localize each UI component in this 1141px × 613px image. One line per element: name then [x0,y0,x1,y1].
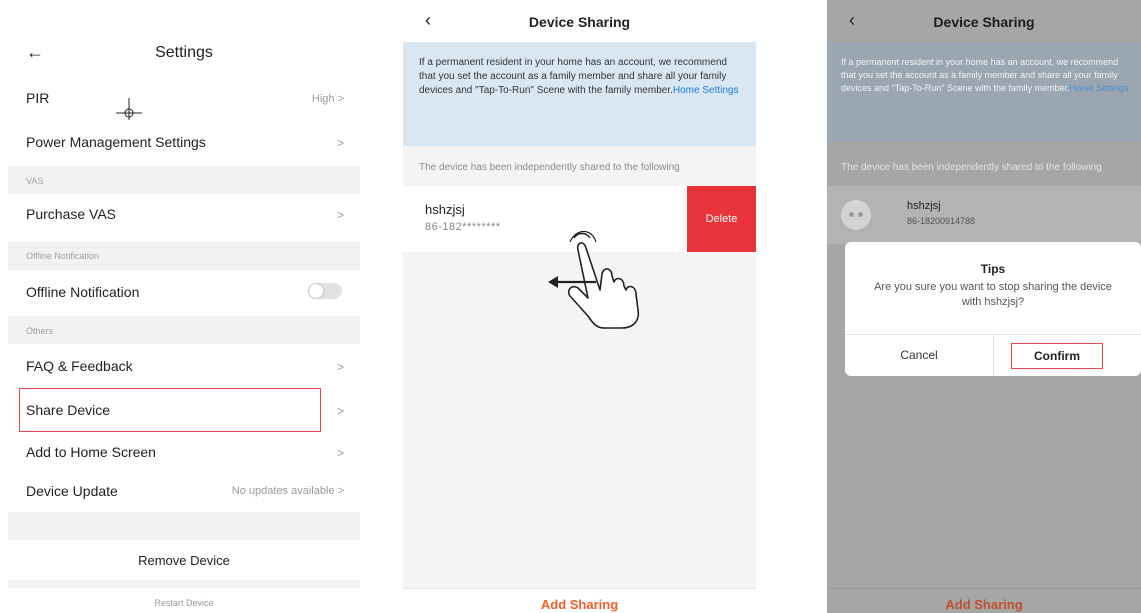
settings-row-add-home-screen[interactable]: Add to Home Screen > [8,432,360,472]
power-management-label: Power Management Settings [26,134,206,150]
toggle-knob [309,284,323,298]
shared-to-label: The device has been independently shared… [419,162,680,173]
user-name: hshzjsj [907,200,941,212]
user-phone: 86-18200914788 [907,216,976,226]
shared-user-row[interactable]: hshzjsj 86-18200914788 [827,186,1141,244]
page-title: Settings [155,44,213,61]
section-spacer [8,580,360,588]
chevron-right-icon: > [336,360,344,374]
delete-button[interactable]: Delete [687,186,756,252]
dialog-message: Are you sure you want to stop sharing th… [874,281,1112,308]
avatar-eye [858,212,863,217]
avatar [841,200,871,230]
settings-row-faq[interactable]: FAQ & Feedback > [8,346,360,386]
page-title: Device Sharing [528,14,631,30]
dialog-divider [993,334,994,376]
section-label: Others [26,326,54,336]
shared-to-label: The device has been independently shared… [841,162,1102,173]
section-label: VAS [26,176,44,186]
home-settings-link[interactable]: Home Settings [1070,83,1129,93]
dialog-title: Tips [980,262,1006,276]
sharing-header: ‹ Device Sharing [827,0,1141,42]
page-title: Device Sharing [933,14,1035,30]
restart-device-button[interactable]: Restart Device [8,588,360,613]
family-info-banner: If a permanent resident in your home has… [827,42,1141,142]
faq-label: FAQ & Feedback [26,358,133,374]
add-sharing-button[interactable]: Add Sharing [827,588,1141,613]
confirm-highlight-box: Confirm [1011,343,1103,369]
pir-label: PIR [26,90,50,106]
section-label: Offline Notification [26,251,99,261]
info-text: If a permanent resident in your home has… [841,56,1133,95]
chevron-right-icon: > [336,136,344,150]
sharing-header: ‹ Device Sharing [403,0,756,42]
chevron-right-icon: > [336,446,344,460]
share-device-highlight-box [19,388,321,432]
remove-device-label: Remove Device [138,553,230,568]
add-sharing-button[interactable]: Add Sharing [403,588,756,613]
avatar-eye [849,212,854,217]
confirm-stop-sharing-screen: ‹ Device Sharing If a permanent resident… [827,0,1141,613]
family-info-banner: If a permanent resident in your home has… [403,42,756,146]
restart-device-label: Restart Device [154,598,214,608]
settings-row-pir[interactable]: PIR High > [8,80,360,120]
cancel-button[interactable]: Cancel [845,348,993,362]
device-update-value: No updates available > [231,485,344,497]
section-spacer [8,512,360,540]
device-update-label: Device Update [26,483,118,499]
info-text: If a permanent resident in your home has… [419,56,739,98]
offline-notification-label: Offline Notification [26,284,140,300]
section-header-vas: VAS [8,166,360,194]
home-settings-link[interactable]: Home Settings [673,85,739,96]
add-home-label: Add to Home Screen [26,444,156,460]
purchase-vas-label: Purchase VAS [26,206,117,222]
device-sharing-screen: ‹ Device Sharing If a permanent resident… [403,0,756,613]
confirm-button[interactable]: Confirm [1012,349,1102,363]
pir-value: High > [311,93,344,105]
swipe-left-hand-icon [548,230,640,329]
settings-row-power-management[interactable]: Power Management Settings > [8,120,360,164]
settings-row-device-update[interactable]: Device Update No updates available > [8,472,360,510]
tips-dialog: Tips Are you sure you want to stop shari… [845,242,1141,376]
section-header-others: Others [8,316,360,344]
settings-row-offline-notification: Offline Notification [8,270,360,312]
user-name: hshzjsj [425,202,465,217]
chevron-right-icon: > [336,404,344,418]
settings-screen: ← Settings PIR High > Power Management S… [8,0,360,613]
offline-notification-toggle[interactable] [308,283,342,299]
settings-header: ← Settings [8,36,360,76]
add-sharing-label: Add Sharing [945,597,1023,612]
settings-row-purchase-vas[interactable]: Purchase VAS > [8,194,360,234]
add-sharing-label: Add Sharing [540,597,619,612]
section-header-offline: Offline Notification [8,242,360,270]
chevron-right-icon: > [336,208,344,222]
remove-device-button[interactable]: Remove Device [8,540,360,580]
user-phone: 86-182******** [425,221,501,233]
